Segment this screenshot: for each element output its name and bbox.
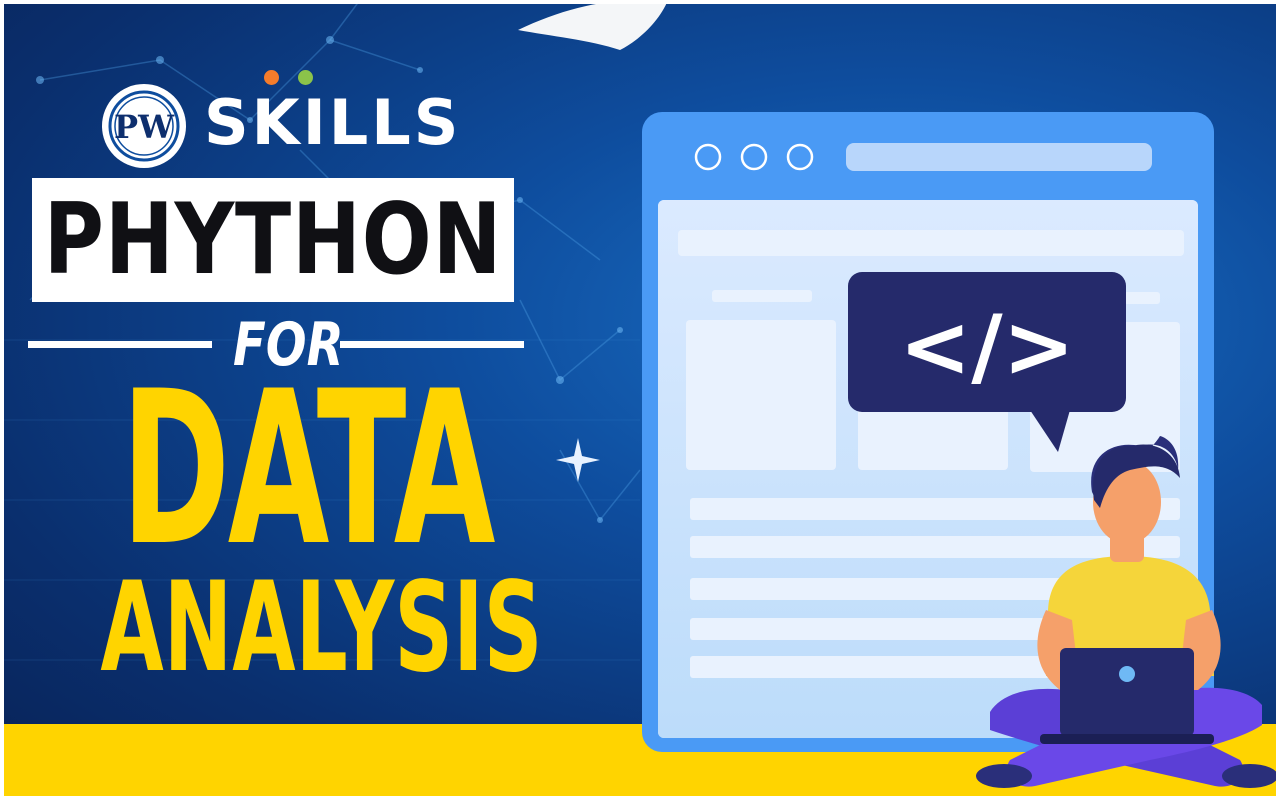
illustration: </> bbox=[642, 112, 1278, 788]
thumbnail-banner: PW SKILLS PHYTHON FOR DATA ANALYSIS </> bbox=[0, 0, 1280, 800]
code-icon: </> bbox=[899, 297, 1075, 397]
address-bar bbox=[846, 143, 1152, 171]
